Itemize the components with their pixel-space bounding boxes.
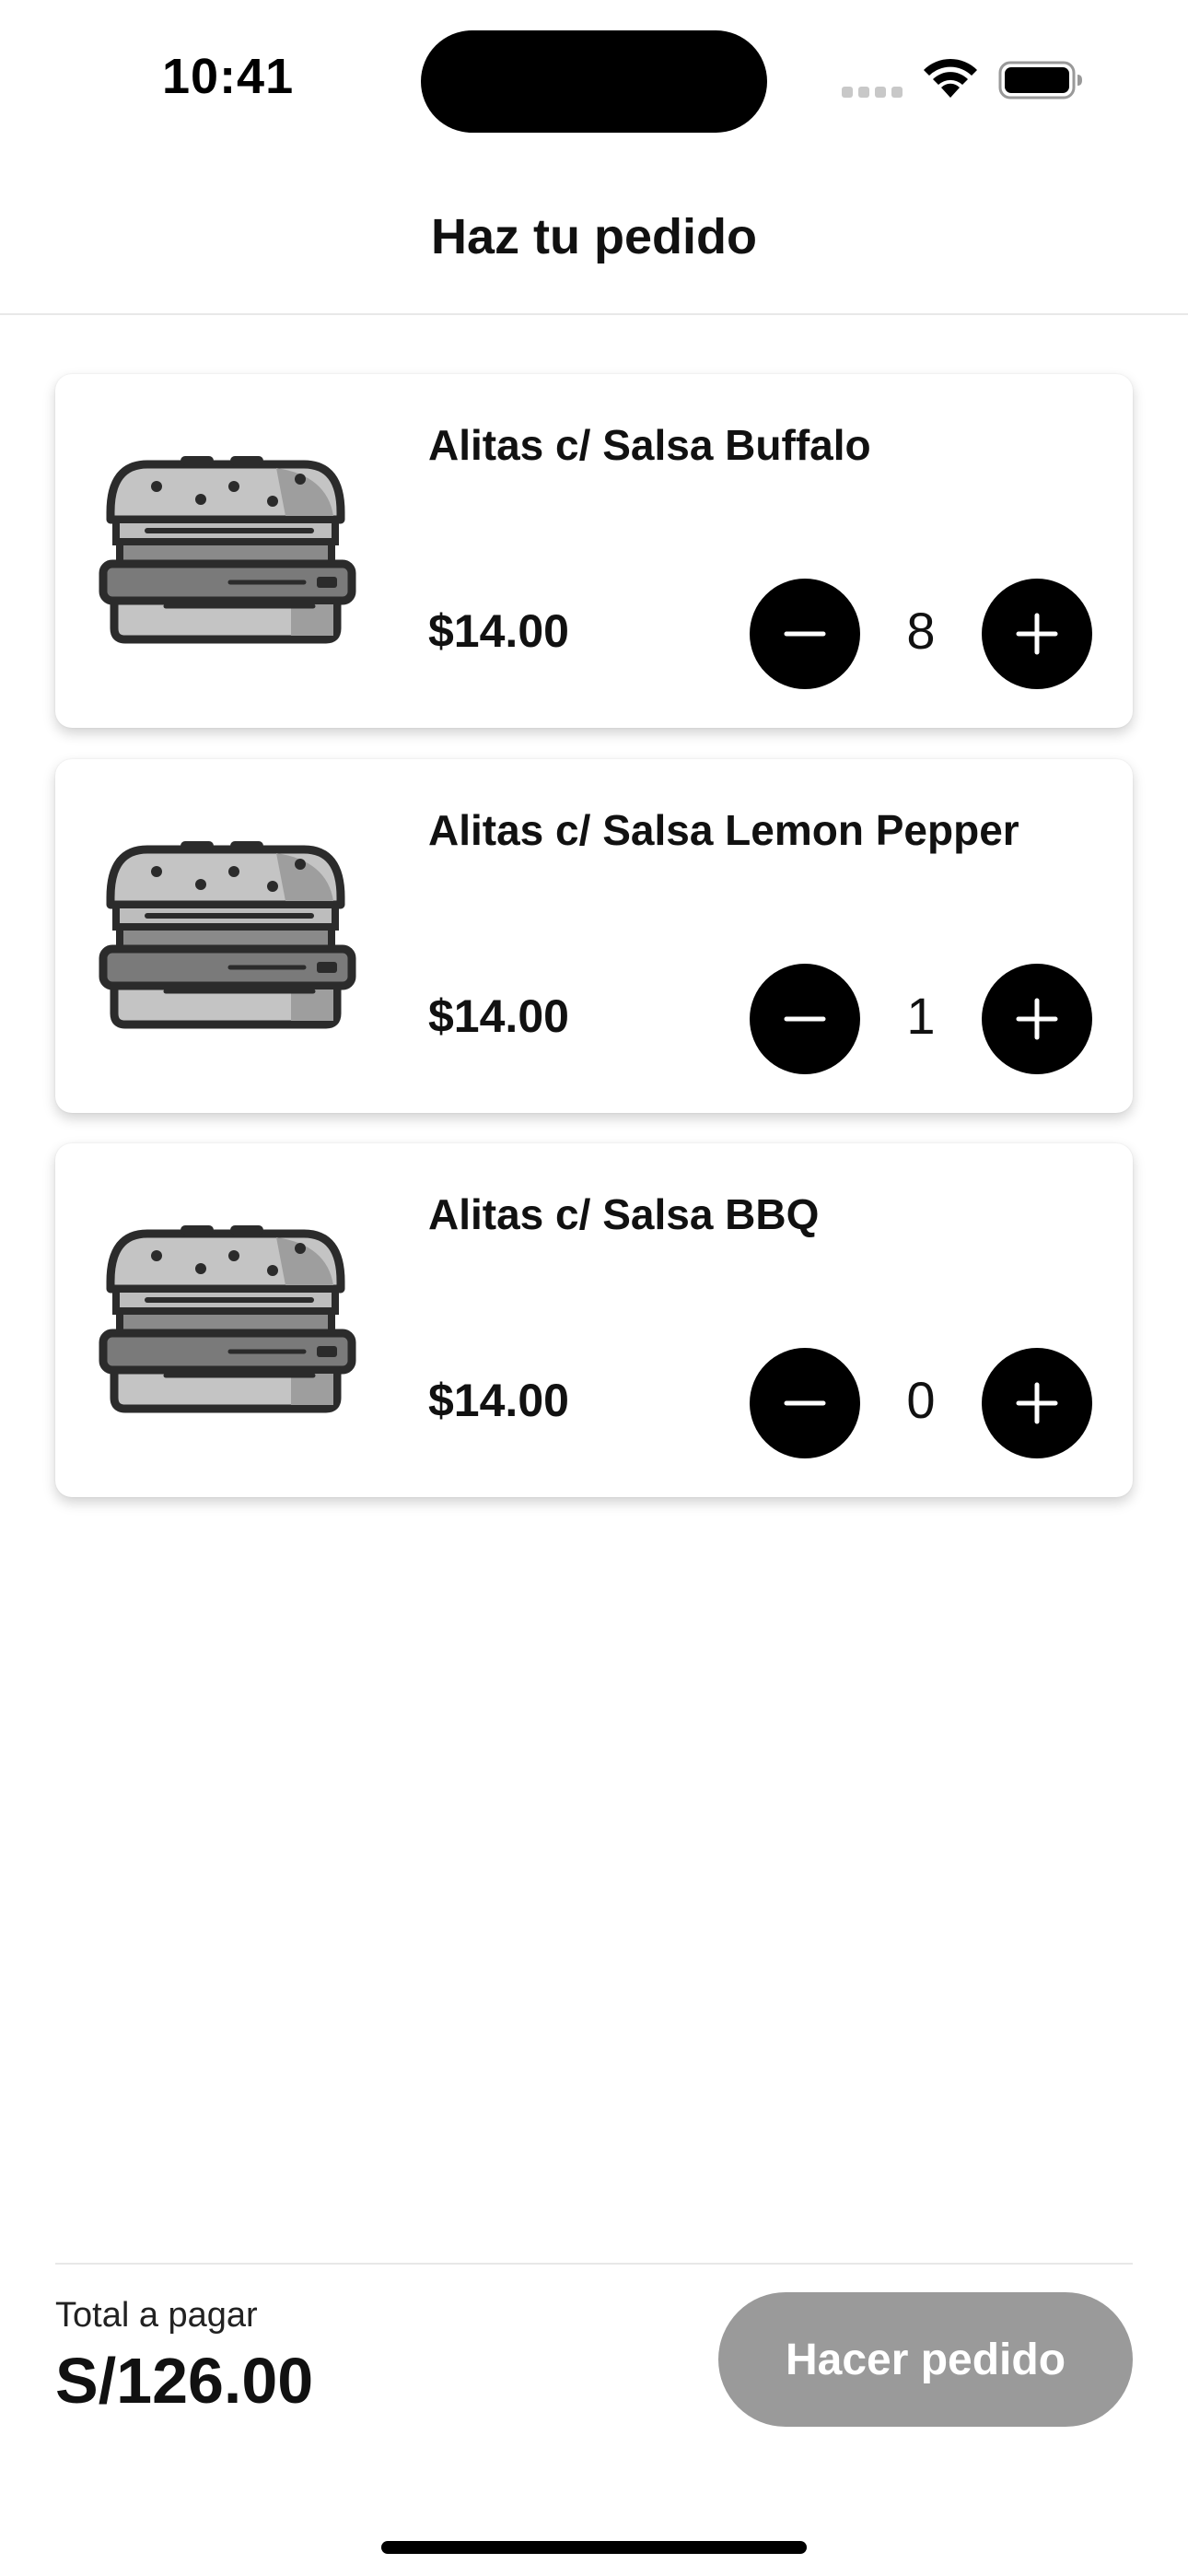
increase-quantity-button[interactable] (982, 964, 1092, 1074)
decrease-quantity-button[interactable] (750, 579, 860, 689)
cellular-signal-icon (842, 87, 903, 98)
status-bar: 10:41 (0, 0, 1188, 157)
total-label: Total a pagar (55, 2296, 258, 2335)
quantity-value: 8 (906, 602, 936, 660)
burger-icon (92, 833, 359, 1036)
total-value: S/126.00 (55, 2345, 314, 2417)
quantity-value: 1 (906, 987, 936, 1045)
product-name: Alitas c/ Salsa Buffalo (428, 421, 871, 469)
decrease-quantity-button[interactable] (750, 1348, 860, 1458)
burger-icon (92, 448, 359, 650)
wifi-icon (924, 58, 977, 98)
dynamic-island (421, 30, 767, 133)
plus-icon (1016, 998, 1058, 1040)
page-title: Haz tu pedido (431, 209, 757, 264)
product-card[interactable]: Alitas c/ Salsa Lemon Pepper $14.00 1 (55, 759, 1133, 1113)
minus-icon (784, 1016, 826, 1022)
product-price: $14.00 (428, 1375, 569, 1426)
product-card[interactable]: Alitas c/ Salsa Buffalo $14.00 8 (55, 374, 1133, 728)
increase-quantity-button[interactable] (982, 579, 1092, 689)
burger-icon (92, 1217, 359, 1420)
product-price: $14.00 (428, 605, 569, 657)
increase-quantity-button[interactable] (982, 1348, 1092, 1458)
plus-icon (1016, 1382, 1058, 1424)
header: Haz tu pedido (0, 157, 1188, 315)
product-name: Alitas c/ Salsa Lemon Pepper (428, 806, 1019, 854)
plus-icon (1016, 613, 1058, 655)
minus-icon (784, 631, 826, 637)
place-order-button[interactable]: Hacer pedido (718, 2292, 1133, 2427)
product-card[interactable]: Alitas c/ Salsa BBQ $14.00 0 (55, 1143, 1133, 1497)
decrease-quantity-button[interactable] (750, 964, 860, 1074)
minus-icon (784, 1400, 826, 1406)
product-name: Alitas c/ Salsa BBQ (428, 1190, 820, 1238)
battery-icon (998, 61, 1082, 100)
status-time: 10:41 (162, 49, 295, 104)
product-price: $14.00 (428, 990, 569, 1042)
home-indicator[interactable] (381, 2541, 807, 2554)
footer-divider (55, 2263, 1133, 2265)
quantity-value: 0 (906, 1371, 936, 1429)
